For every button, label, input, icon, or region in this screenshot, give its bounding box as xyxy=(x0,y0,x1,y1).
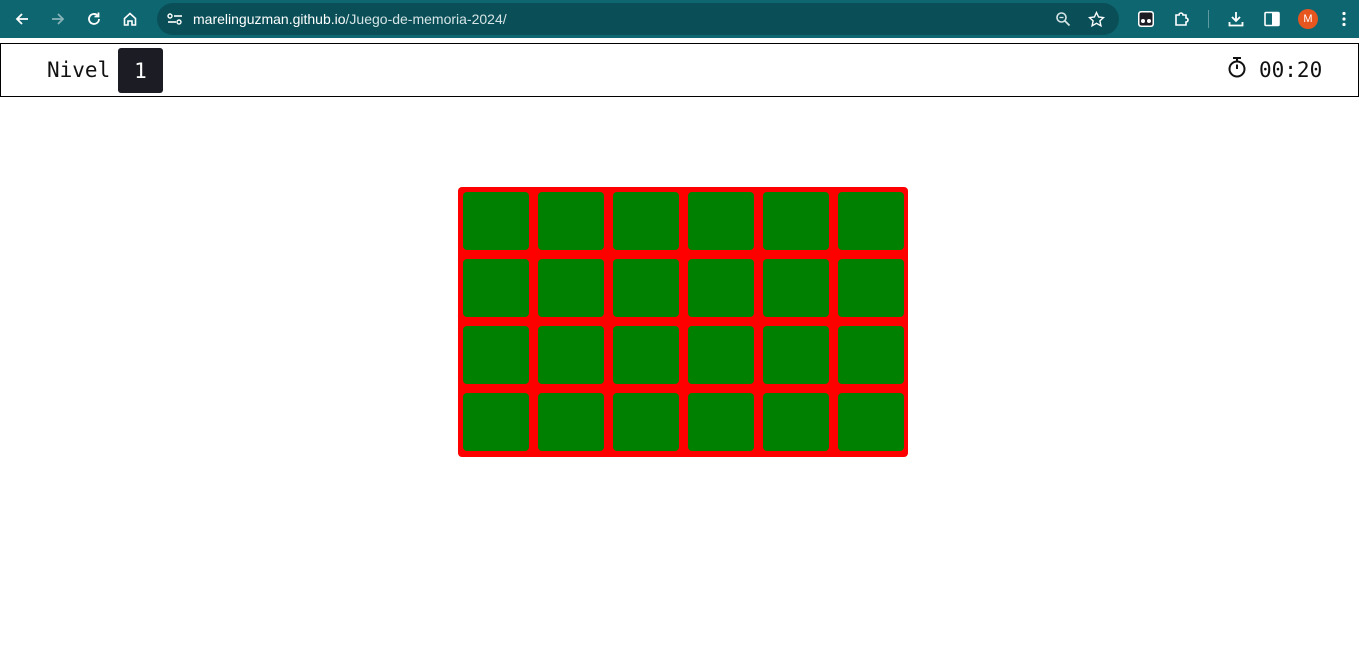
site-info-icon[interactable] xyxy=(164,8,186,30)
memory-card[interactable] xyxy=(688,259,754,317)
timer: 00:20 xyxy=(1259,58,1323,82)
extension-icon[interactable] xyxy=(1133,6,1159,32)
memory-board xyxy=(458,187,908,457)
memory-card[interactable] xyxy=(613,393,679,451)
memory-card[interactable] xyxy=(463,259,529,317)
zoom-icon[interactable] xyxy=(1052,8,1074,30)
memory-card[interactable] xyxy=(613,192,679,250)
memory-card[interactable] xyxy=(613,259,679,317)
download-icon[interactable] xyxy=(1223,6,1249,32)
toolbar-divider xyxy=(1208,10,1209,28)
memory-card[interactable] xyxy=(763,393,829,451)
memory-card[interactable] xyxy=(463,326,529,384)
star-icon[interactable] xyxy=(1085,8,1107,30)
memory-card[interactable] xyxy=(763,259,829,317)
url-host: marelinguzman.github.io xyxy=(193,11,346,27)
profile-avatar[interactable]: M xyxy=(1298,9,1318,29)
memory-card[interactable] xyxy=(538,259,604,317)
memory-card[interactable] xyxy=(538,192,604,250)
url-text[interactable]: marelinguzman.github.io/Juego-de-memoria… xyxy=(193,11,507,27)
home-icon[interactable] xyxy=(117,6,143,32)
forward-icon[interactable] xyxy=(45,6,71,32)
puzzle-icon[interactable] xyxy=(1169,6,1195,32)
level-label: Nivel xyxy=(47,58,111,82)
menu-icon[interactable] xyxy=(1331,6,1357,32)
level-value: 1 xyxy=(118,48,163,93)
memory-card[interactable] xyxy=(838,192,904,250)
memory-card[interactable] xyxy=(688,192,754,250)
url-path: /Juego-de-memoria-2024/ xyxy=(345,11,507,27)
back-icon[interactable] xyxy=(9,6,35,32)
memory-card[interactable] xyxy=(538,393,604,451)
memory-card[interactable] xyxy=(688,393,754,451)
stopwatch-icon xyxy=(1226,56,1248,80)
memory-card[interactable] xyxy=(463,192,529,250)
memory-card[interactable] xyxy=(463,393,529,451)
memory-card[interactable] xyxy=(763,192,829,250)
memory-card[interactable] xyxy=(613,326,679,384)
address-bar[interactable]: marelinguzman.github.io/Juego-de-memoria… xyxy=(157,3,1119,35)
memory-card[interactable] xyxy=(838,326,904,384)
side-panel-icon[interactable] xyxy=(1259,6,1285,32)
memory-card[interactable] xyxy=(538,326,604,384)
memory-card[interactable] xyxy=(763,326,829,384)
memory-card[interactable] xyxy=(838,393,904,451)
reload-icon[interactable] xyxy=(81,6,107,32)
browser-toolbar: marelinguzman.github.io/Juego-de-memoria… xyxy=(0,0,1359,38)
game-header: Nivel 1 00:20 xyxy=(0,43,1359,97)
memory-card[interactable] xyxy=(688,326,754,384)
memory-card[interactable] xyxy=(838,259,904,317)
